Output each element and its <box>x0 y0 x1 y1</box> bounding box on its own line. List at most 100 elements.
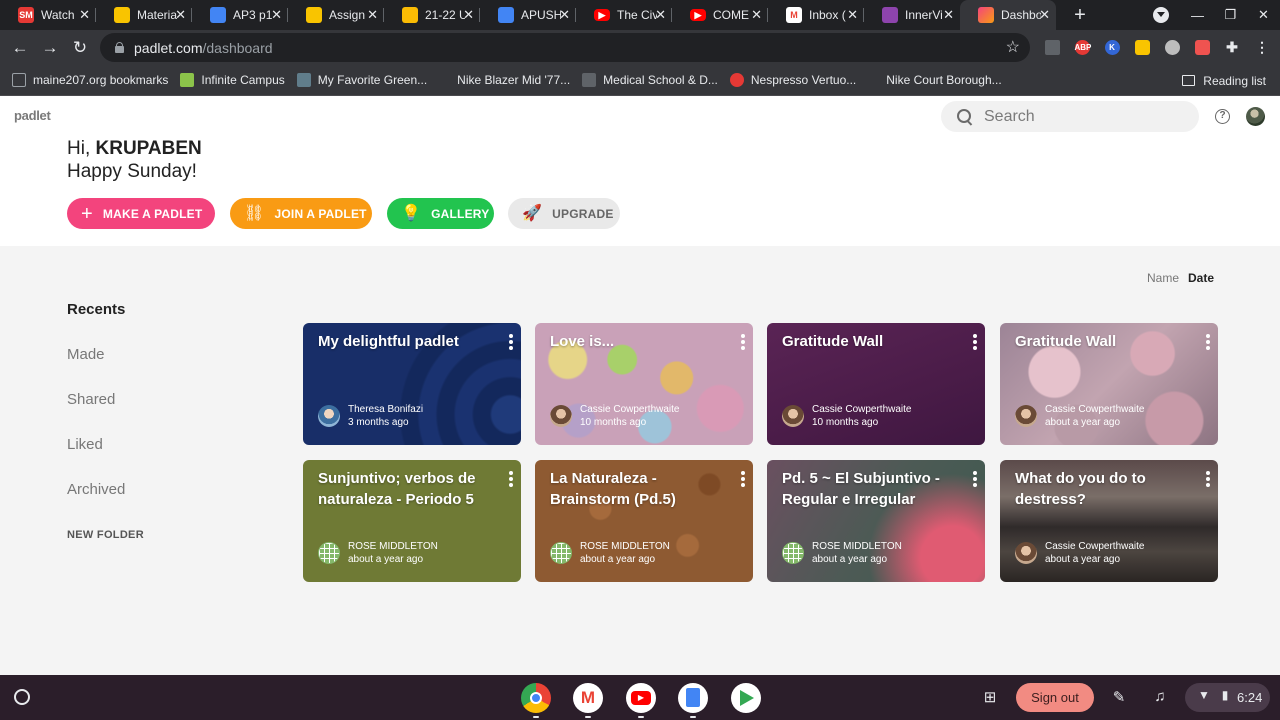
browser-tab[interactable]: 21-22 U ✕ <box>384 0 480 30</box>
card-menu-icon[interactable] <box>741 334 745 350</box>
tab-title: COME <box>713 8 749 22</box>
sidebar-item-shared[interactable]: Shared <box>67 391 115 408</box>
bookmark[interactable]: Infinite Campus <box>180 73 285 87</box>
tab-search-icon[interactable] <box>1153 7 1169 23</box>
gmail-app-icon[interactable]: M <box>573 683 603 713</box>
play-store-app-icon[interactable] <box>731 683 761 713</box>
youtube-app-icon[interactable]: ▶ <box>626 683 656 713</box>
search-bar[interactable] <box>941 101 1199 132</box>
reading-list-button[interactable]: Reading list <box>1182 65 1266 96</box>
card-menu-icon[interactable] <box>1206 471 1210 487</box>
adblock-icon[interactable]: ABP <box>1070 30 1094 65</box>
author-avatar <box>550 405 572 427</box>
dashboard-header: padlet ? Hi, KRUPABEN Happy Sunday! + MAK… <box>0 96 1280 246</box>
sidebar-item-made[interactable]: Made <box>67 346 105 363</box>
browser-tab-active[interactable]: Dashbo ✕ <box>960 0 1056 30</box>
padlet-card[interactable]: Sunjuntivo; verbos de naturaleza - Perio… <box>303 460 521 582</box>
chrome-app-icon[interactable] <box>521 683 551 713</box>
bookmark[interactable]: Medical School & D... <box>582 73 718 87</box>
thumbs-up-icon[interactable] <box>1130 30 1154 65</box>
browser-tab[interactable]: ▶ The Civ ✕ <box>576 0 672 30</box>
close-tab-icon[interactable]: ✕ <box>367 7 378 23</box>
close-tab-icon[interactable]: ✕ <box>751 7 762 23</box>
screen-capture-icon[interactable]: ⊞ <box>980 688 1000 708</box>
padlet-card[interactable]: Love is... Cassie Cowperthwaite 10 month… <box>535 323 753 445</box>
browser-tab[interactable]: InnerVi ✕ <box>864 0 960 30</box>
search-input[interactable] <box>984 107 1184 126</box>
media-controls-icon[interactable]: ♫ <box>1150 688 1170 708</box>
reload-icon[interactable]: ↻ <box>65 38 95 58</box>
sign-out-button[interactable]: Sign out <box>1016 683 1094 712</box>
close-tab-icon[interactable]: ✕ <box>847 7 858 23</box>
browser-tab[interactable]: Materia ✕ <box>96 0 192 30</box>
card-menu-icon[interactable] <box>741 471 745 487</box>
docs-app-icon[interactable] <box>678 683 708 713</box>
card-menu-icon[interactable] <box>973 471 977 487</box>
padlet-card[interactable]: Gratitude Wall Cassie Cowperthwaite abou… <box>1000 323 1218 445</box>
close-tab-icon[interactable]: ✕ <box>1039 7 1050 23</box>
user-avatar[interactable] <box>1246 107 1265 126</box>
stylus-pen-icon[interactable]: ✎ <box>1109 688 1129 708</box>
card-menu-icon[interactable] <box>509 471 513 487</box>
back-icon[interactable]: ← <box>5 38 35 58</box>
sidebar-item-archived[interactable]: Archived <box>67 481 125 498</box>
button-label: GALLERY <box>431 206 490 221</box>
speech-bubble-icon[interactable] <box>1160 30 1184 65</box>
bookmark-folder[interactable]: maine207.org bookmarks <box>12 73 168 87</box>
gallery-button[interactable]: 💡 GALLERY <box>387 198 494 229</box>
close-tab-icon[interactable]: ✕ <box>79 7 90 23</box>
close-tab-icon[interactable]: ✕ <box>463 7 474 23</box>
card-menu-icon[interactable] <box>509 334 513 350</box>
join-a-padlet-button[interactable]: ⛓ JOIN A PADLET <box>230 198 372 229</box>
puzzle-extensions-icon[interactable]: ✚ <box>1220 30 1244 65</box>
browser-tab[interactable]: SM Watch ✕ <box>0 0 96 30</box>
padlet-card[interactable]: Gratitude Wall Cassie Cowperthwaite 10 m… <box>767 323 985 445</box>
browser-tab[interactable]: AP3 p1 ✕ <box>192 0 288 30</box>
more-menu-icon[interactable]: ⋮ <box>1250 30 1274 65</box>
author-avatar <box>318 405 340 427</box>
make-a-padlet-button[interactable]: + MAKE A PADLET <box>67 198 215 229</box>
sort-by-date[interactable]: Date <box>1188 271 1214 285</box>
close-window-icon[interactable]: ✕ <box>1247 7 1280 23</box>
padlet-card[interactable]: Pd. 5 ~ El Subjuntivo - Regular e Irregu… <box>767 460 985 582</box>
minimize-icon[interactable]: — <box>1181 8 1214 23</box>
close-tab-icon[interactable]: ✕ <box>271 7 282 23</box>
extension-icon[interactable] <box>1040 30 1064 65</box>
new-tab-button[interactable]: + <box>1060 4 1100 27</box>
sidebar-item-recents[interactable]: Recents <box>67 301 125 318</box>
greeting: Hi, KRUPABEN <box>67 138 202 160</box>
tab-title: AP3 p1 <box>233 8 273 22</box>
launcher-icon[interactable] <box>14 689 30 705</box>
screencast-icon[interactable] <box>1190 30 1214 65</box>
padlet-card[interactable]: What do you do to destress? Cassie Cowpe… <box>1000 460 1218 582</box>
address-bar[interactable]: padlet.com/dashboard ☆ <box>100 33 1030 62</box>
padlet-logo[interactable]: padlet <box>14 108 51 123</box>
close-tab-icon[interactable]: ✕ <box>559 7 570 23</box>
maximize-icon[interactable]: ❐ <box>1214 7 1247 23</box>
tab-title: Watch <box>41 8 75 22</box>
new-folder-button[interactable]: NEW FOLDER <box>67 529 144 541</box>
browser-tab[interactable]: M Inbox (✕ <box>768 0 864 30</box>
sidebar-item-liked[interactable]: Liked <box>67 436 103 453</box>
browser-tab[interactable]: Assign ✕ <box>288 0 384 30</box>
forward-icon[interactable]: → <box>35 38 65 58</box>
card-menu-icon[interactable] <box>1206 334 1210 350</box>
browser-tab[interactable]: APUSH ✕ <box>480 0 576 30</box>
kami-icon[interactable]: K <box>1100 30 1124 65</box>
bookmark[interactable]: Nespresso Vertuo... <box>729 73 856 87</box>
browser-tab[interactable]: ▶ COME ✕ <box>672 0 768 30</box>
padlet-card[interactable]: La Naturaleza - Brainstorm (Pd.5) ROSE M… <box>535 460 753 582</box>
sort-by-name[interactable]: Name <box>1147 271 1179 285</box>
card-menu-icon[interactable] <box>973 334 977 350</box>
bookmark[interactable]: Nike Blazer Mid '77... <box>457 73 570 87</box>
bookmark[interactable]: Nike Court Borough... <box>886 73 1001 87</box>
padlet-card[interactable]: My delightful padlet Theresa Bonifazi 3 … <box>303 323 521 445</box>
close-tab-icon[interactable]: ✕ <box>943 7 954 23</box>
close-tab-icon[interactable]: ✕ <box>655 7 666 23</box>
bookmark[interactable]: My Favorite Green... <box>296 73 427 87</box>
upgrade-button[interactable]: 🚀 UPGRADE <box>508 198 620 229</box>
close-tab-icon[interactable]: ✕ <box>175 7 186 23</box>
help-icon[interactable]: ? <box>1215 109 1230 124</box>
bookmark-label: Medical School & D... <box>603 73 718 87</box>
bookmark-star-icon[interactable]: ☆ <box>1006 37 1020 57</box>
